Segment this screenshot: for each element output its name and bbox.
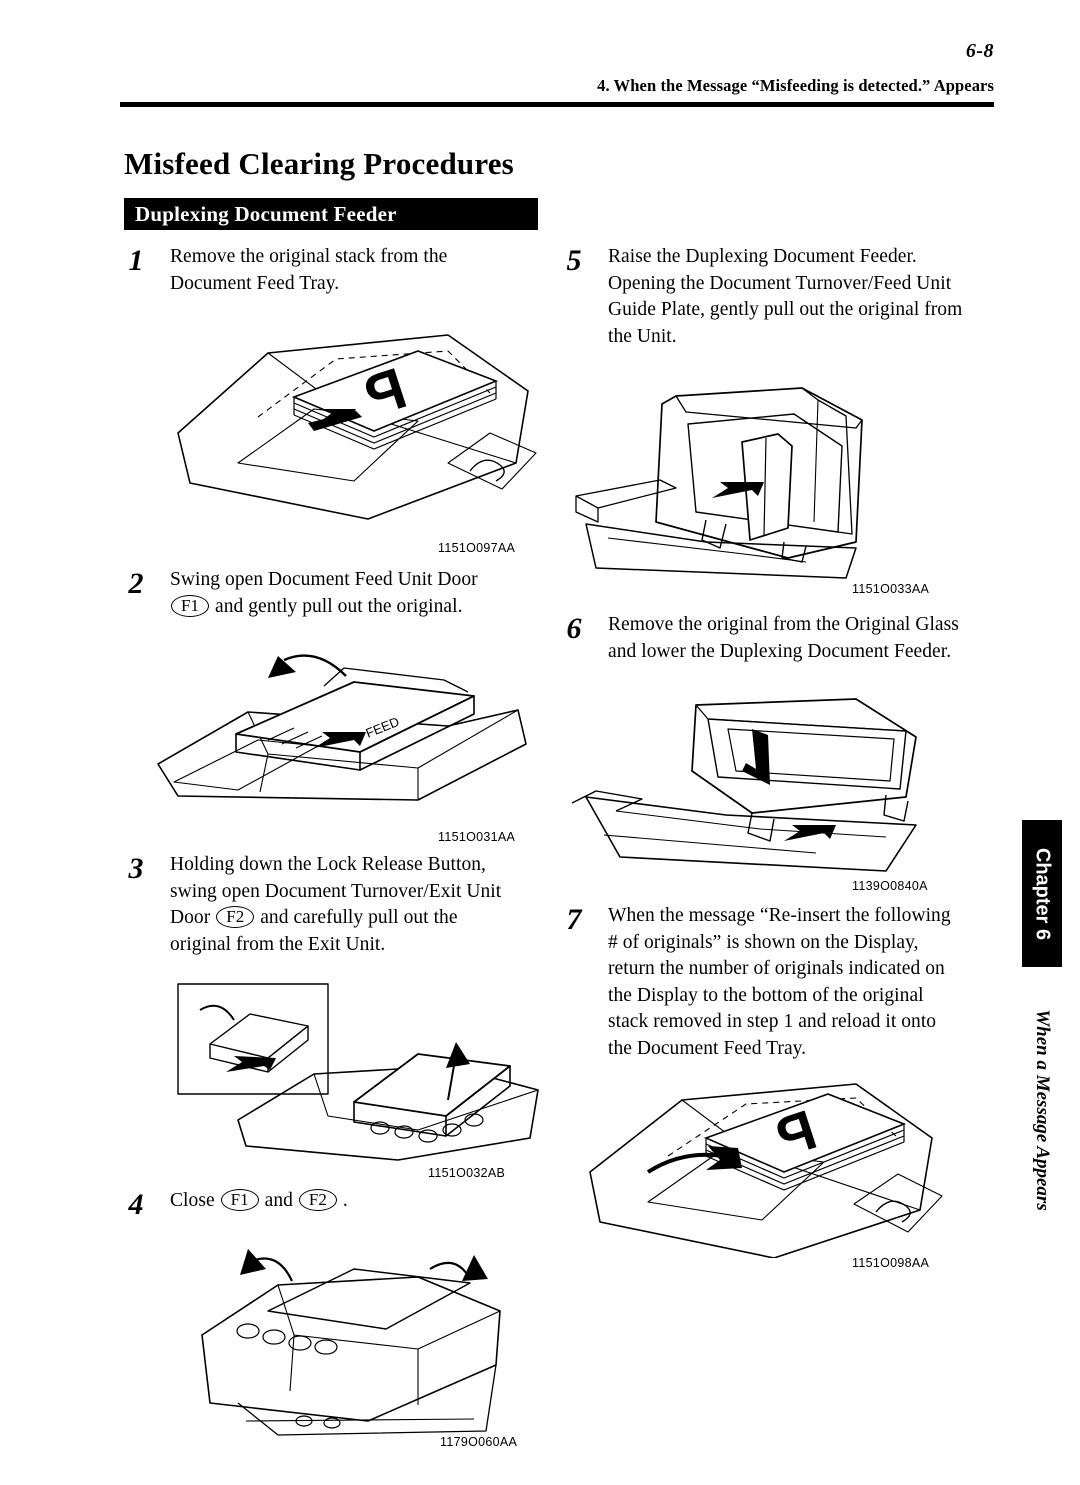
step-4-tail: .	[342, 1190, 348, 1211]
step-6-line-2: and lower the Duplexing Document Feeder.	[608, 640, 952, 662]
page-number: 6-8	[965, 40, 994, 62]
figure-7: P 1151O098AA	[556, 1076, 1008, 1276]
figure-3: 1151O032AB	[118, 970, 570, 1184]
section-heading-bar: Duplexing Document Feeder	[124, 198, 538, 230]
step-3-text: Holding down the Lock Release Button, sw…	[170, 852, 570, 958]
figure-7-illustration: P	[589, 1083, 943, 1258]
step-1-number: 1	[128, 244, 144, 277]
step-3-number: 3	[128, 852, 144, 885]
figure-5: 1151O033AA	[556, 372, 1008, 602]
step-5-number: 5	[566, 244, 582, 277]
step-4-mid: and	[264, 1190, 293, 1211]
step-2-number: 2	[128, 567, 144, 600]
step-5: 5 Raise the Duplexing Document Feeder. O…	[556, 244, 1008, 350]
step-1-text: Remove the original stack from the Docum…	[170, 244, 570, 297]
f2-key-badge[interactable]: F2	[216, 906, 255, 928]
chapter-subtitle-label: When a Message Appears	[1032, 1009, 1053, 1211]
figure-4-illustration	[201, 1248, 501, 1436]
figure-2: FEED 1151O031AA	[118, 634, 570, 850]
step-1-line-2: Document Feed Tray.	[170, 272, 340, 294]
step-3-line-1: Holding down the Lock Release Button,	[170, 854, 486, 875]
step-7: 7 When the message “Re-insert the follow…	[556, 903, 1008, 1062]
figure-5-illustration	[575, 387, 863, 579]
step-2-text: Swing open Document Feed Unit Door F1 an…	[170, 567, 570, 620]
step-2: 2 Swing open Document Feed Unit Door F1 …	[118, 567, 570, 620]
header-rule	[120, 102, 994, 107]
step-4: 4 Close F1 and F2 .	[118, 1188, 570, 1221]
step-4-text: Close F1 and F2 .	[170, 1188, 570, 1215]
figure-4: 1179O060AA	[118, 1225, 570, 1455]
step-5-text: Raise the Duplexing Document Feeder. Ope…	[608, 244, 1008, 350]
step-5-line-4: the Unit.	[608, 325, 677, 347]
figure-4-code: 1179O060AA	[440, 1434, 518, 1449]
step-2-line-1: Swing open Document Feed Unit Door	[170, 569, 478, 590]
page-title: Misfeed Clearing Procedures	[124, 146, 514, 181]
step-3-line-3b: and carefully pull out the	[260, 907, 458, 928]
step-7-line-1: When the message “Re-insert the followin…	[608, 905, 951, 926]
step-3-line-4: original from the Exit Unit.	[170, 933, 386, 955]
step-1-line-1: Remove the original stack from the	[170, 246, 448, 267]
step-7-line-6: the Document Feed Tray.	[608, 1037, 807, 1059]
figure-7-arrow	[646, 1146, 742, 1174]
figure-7-code: 1151O098AA	[852, 1256, 930, 1270]
step-3: 3 Holding down the Lock Release Button, …	[118, 852, 570, 958]
f1-key-badge-2[interactable]: F1	[220, 1189, 259, 1211]
chapter-subtitle: When a Message Appears	[1024, 985, 1060, 1235]
figure-1-code: 1151O097AA	[438, 541, 516, 555]
figure-5-code: 1151O033AA	[852, 582, 930, 596]
f2-key-badge-2[interactable]: F2	[298, 1189, 337, 1211]
step-2-line-2: and gently pull out the original.	[215, 595, 463, 617]
step-6-text: Remove the original from the Original Gl…	[608, 612, 1008, 665]
step-7-number: 7	[566, 903, 582, 936]
chapter-tab-label: Chapter 6	[1031, 847, 1054, 940]
step-7-line-5: stack removed in step 1 and reload it on…	[608, 1011, 937, 1032]
step-3-line-3a: Door	[170, 907, 211, 928]
figure-2-illustration: FEED	[157, 654, 527, 801]
running-head: 4. When the Message “Misfeeding is detec…	[597, 76, 994, 95]
figure-6: 1139O0840A	[556, 685, 1008, 895]
step-4-number: 4	[128, 1188, 144, 1221]
step-1: 1 Remove the original stack from the Doc…	[118, 244, 570, 297]
chapter-tab: Chapter 6	[1022, 820, 1062, 967]
f1-key-badge[interactable]: F1	[171, 594, 210, 617]
step-6-number: 6	[566, 612, 582, 645]
step-7-text: When the message “Re-insert the followin…	[608, 903, 1008, 1062]
figure-1: P 1151O097AA	[118, 313, 570, 563]
step-3-line-2: swing open Document Turnover/Exit Unit	[170, 880, 502, 902]
section-heading-label: Duplexing Document Feeder	[135, 202, 397, 226]
figure-6-illustration	[571, 698, 917, 872]
step-7-line-4: the Display to the bottom of the origina…	[608, 984, 924, 1006]
figure-6-code: 1139O0840A	[852, 879, 928, 893]
step-7-line-2: # of originals” is shown on the Display,	[608, 931, 919, 953]
figure-1-illustration: P	[177, 334, 537, 520]
left-column: 1 Remove the original stack from the Doc…	[118, 244, 570, 1455]
step-5-line-2: Opening the Document Turnover/Feed Unit	[608, 272, 952, 294]
step-6: 6 Remove the original from the Original …	[556, 612, 1008, 665]
step-5-line-3: Guide Plate, gently pull out the origina…	[608, 299, 963, 320]
figure-2-code: 1151O031AA	[438, 830, 516, 844]
step-5-line-1: Raise the Duplexing Document Feeder.	[608, 246, 917, 267]
step-4-lead: Close	[170, 1190, 215, 1211]
figure-6-down-arrow	[742, 729, 770, 785]
figure-3-code: 1151O032AB	[428, 1166, 506, 1180]
figure-3-illustration	[177, 983, 539, 1161]
figure-6-left-arrow	[784, 825, 836, 841]
step-7-line-3: return the number of originals indicated…	[608, 958, 945, 979]
step-6-line-1: Remove the original from the Original Gl…	[608, 614, 959, 635]
right-column: 5 Raise the Duplexing Document Feeder. O…	[556, 244, 1008, 1276]
